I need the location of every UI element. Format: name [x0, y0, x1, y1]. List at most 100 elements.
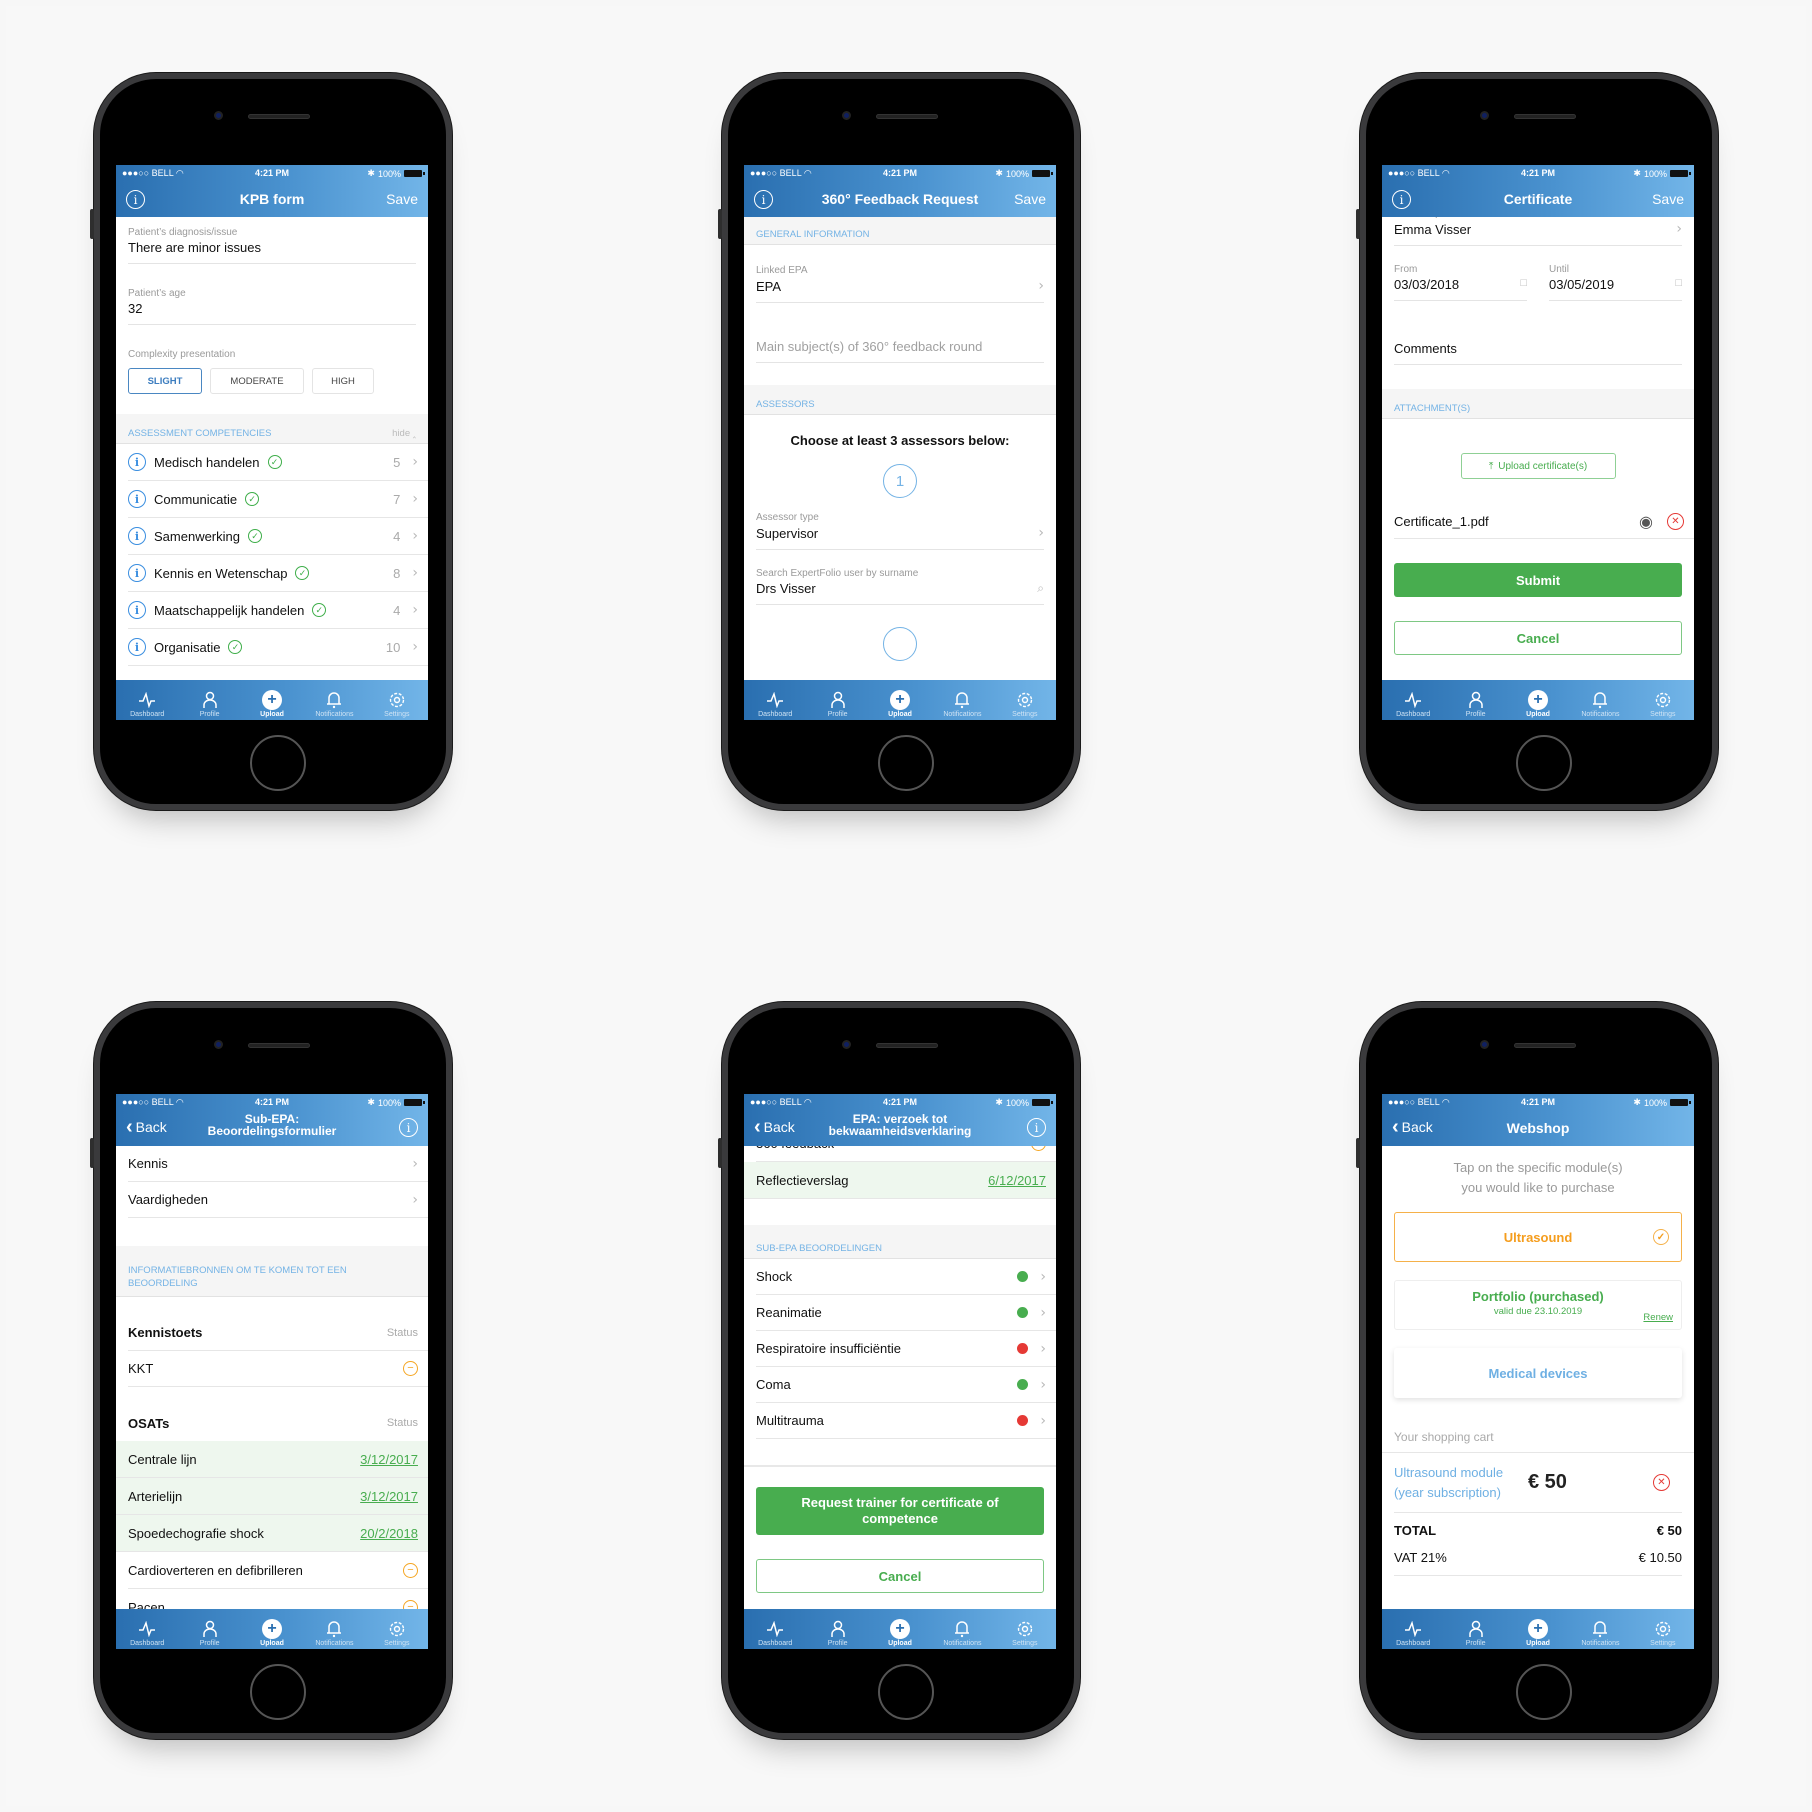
info-icon[interactable]: i: [128, 638, 146, 656]
request-trainer-button[interactable]: Request trainer for certificate of compe…: [756, 1487, 1044, 1535]
tab-notifications[interactable]: Notifications: [303, 1609, 365, 1649]
from-date-field[interactable]: From 03/03/2018 □: [1394, 264, 1527, 301]
sub-epa-row[interactable]: Reanimatie ›: [756, 1295, 1056, 1331]
list-item-vaardigheden[interactable]: Vaardigheden ›: [128, 1182, 428, 1218]
tab-upload[interactable]: + Upload: [1507, 680, 1569, 720]
tab-notifications[interactable]: Notifications: [1569, 680, 1631, 720]
age-field[interactable]: Patient’s age 32: [116, 264, 428, 325]
home-button[interactable]: [1516, 1664, 1572, 1720]
module-medical-devices[interactable]: Medical devices: [1394, 1348, 1682, 1398]
info-icon[interactable]: i: [754, 190, 773, 209]
remove-item-icon[interactable]: ✕: [1653, 1474, 1670, 1491]
tab-upload[interactable]: + Upload: [869, 1609, 931, 1649]
back-button[interactable]: ‹ Back: [754, 1117, 795, 1137]
competency-row[interactable]: i Kennis en Wetenschap ✓ 8 ›: [128, 555, 428, 592]
tab-profile[interactable]: Profile: [178, 680, 240, 720]
info-icon[interactable]: i: [1027, 1118, 1046, 1137]
back-button[interactable]: ‹ Back: [126, 1117, 167, 1137]
info-icon[interactable]: i: [1392, 190, 1411, 209]
list-item-reflectieverslag[interactable]: Reflectieverslag 6/12/2017: [744, 1162, 1056, 1199]
upload-certificate-button[interactable]: ⤒ Upload certificate(s): [1460, 453, 1616, 479]
cancel-button[interactable]: Cancel: [1394, 621, 1682, 655]
tab-settings[interactable]: Settings: [1632, 1609, 1694, 1649]
supervisor-field[interactable]: Select supervisor Emma Visser›: [1382, 217, 1694, 246]
tab-profile[interactable]: Profile: [1444, 680, 1506, 720]
sub-epa-row[interactable]: Coma ›: [756, 1367, 1056, 1403]
comments-field[interactable]: Comments: [1382, 301, 1694, 365]
search-user-field[interactable]: Search ExpertFolio user by surname Drs V…: [744, 550, 1056, 605]
eye-icon[interactable]: ◉: [1639, 512, 1653, 532]
info-icon[interactable]: i: [128, 453, 146, 471]
info-icon[interactable]: i: [128, 490, 146, 508]
tab-dashboard[interactable]: Dashboard: [116, 1609, 178, 1649]
tab-profile[interactable]: Profile: [1444, 1609, 1506, 1649]
sub-epa-row[interactable]: Respiratoire insufficiëntie ›: [756, 1331, 1056, 1367]
complexity-moderate[interactable]: MODERATE: [210, 368, 304, 394]
info-icon[interactable]: i: [126, 190, 145, 209]
home-button[interactable]: [878, 735, 934, 791]
list-item-360-feedback[interactable]: 360 feedback−: [756, 1146, 1056, 1162]
module-portfolio[interactable]: Portfolio (purchased) valid due 23.10.20…: [1394, 1280, 1682, 1330]
tab-upload[interactable]: + Upload: [241, 680, 303, 720]
sub-epa-row[interactable]: Multitrauma ›: [756, 1403, 1056, 1439]
tab-upload[interactable]: + Upload: [1507, 1609, 1569, 1649]
tab-settings[interactable]: Settings: [366, 1609, 428, 1649]
tab-dashboard[interactable]: Dashboard: [1382, 680, 1444, 720]
competency-row[interactable]: i Organisatie ✓ 10 ›: [128, 629, 428, 666]
complexity-slight[interactable]: SLIGHT: [128, 368, 202, 394]
sub-epa-row[interactable]: Shock ›: [756, 1259, 1056, 1295]
tab-settings[interactable]: Settings: [366, 680, 428, 720]
competency-row[interactable]: i Maatschappelijk handelen ✓ 4 ›: [128, 592, 428, 629]
cancel-button[interactable]: Cancel: [756, 1559, 1044, 1593]
linked-epa-field[interactable]: Linked EPA EPA ›: [744, 245, 1056, 303]
competency-row[interactable]: i Medisch handelen ✓ 5 ›: [128, 444, 428, 481]
osat-row[interactable]: Cardioverteren en defibrilleren −: [128, 1552, 428, 1589]
tab-notifications[interactable]: Notifications: [931, 680, 993, 720]
tab-dashboard[interactable]: Dashboard: [116, 680, 178, 720]
list-item-kkt[interactable]: KKT −: [128, 1351, 428, 1387]
info-icon[interactable]: i: [128, 564, 146, 582]
home-button[interactable]: [878, 1664, 934, 1720]
tab-dashboard[interactable]: Dashboard: [744, 680, 806, 720]
tab-profile[interactable]: Profile: [178, 1609, 240, 1649]
tab-dashboard[interactable]: Dashboard: [1382, 1609, 1444, 1649]
until-date-field[interactable]: Until 03/05/2019 □: [1549, 264, 1682, 301]
tab-settings[interactable]: Settings: [1632, 680, 1694, 720]
tab-upload[interactable]: + Upload: [241, 1609, 303, 1649]
home-button[interactable]: [250, 735, 306, 791]
osat-date-link[interactable]: 3/12/2017: [360, 1489, 418, 1504]
subject-field[interactable]: Main subject(s) of 360° feedback round: [744, 303, 1056, 363]
tab-settings[interactable]: Settings: [994, 1609, 1056, 1649]
tab-dashboard[interactable]: Dashboard: [744, 1609, 806, 1649]
osat-date-link[interactable]: 20/2/2018: [360, 1526, 418, 1541]
assessor-type-field[interactable]: Assessor type Supervisor ›: [744, 498, 1056, 550]
save-button[interactable]: Save: [1014, 191, 1046, 207]
remove-icon[interactable]: ✕: [1667, 513, 1684, 530]
list-item-kennis[interactable]: Kennis ›: [128, 1146, 428, 1182]
diagnosis-field[interactable]: Patient’s diagnosis/issue There are mino…: [116, 217, 428, 264]
complexity-high[interactable]: HIGH: [312, 368, 374, 394]
osat-row[interactable]: Arterielijn 3/12/2017: [116, 1478, 428, 1515]
info-icon[interactable]: i: [128, 601, 146, 619]
osat-row[interactable]: Pacen −: [128, 1589, 428, 1609]
tab-upload[interactable]: + Upload: [869, 680, 931, 720]
module-ultrasound[interactable]: Ultrasound ✓: [1394, 1212, 1682, 1262]
hide-toggle[interactable]: hide ‸: [392, 428, 416, 439]
calendar-icon[interactable]: □: [1520, 277, 1527, 292]
osat-date-link[interactable]: 3/12/2017: [360, 1452, 418, 1467]
tab-notifications[interactable]: Notifications: [1569, 1609, 1631, 1649]
info-icon[interactable]: i: [128, 527, 146, 545]
osat-row[interactable]: Spoedechografie shock 20/2/2018: [116, 1515, 428, 1552]
submit-button[interactable]: Submit: [1394, 563, 1682, 597]
save-button[interactable]: Save: [386, 191, 418, 207]
save-button[interactable]: Save: [1652, 191, 1684, 207]
competency-row[interactable]: i Samenwerking ✓ 4 ›: [128, 518, 428, 555]
search-icon[interactable]: ⌕: [1037, 581, 1044, 596]
back-button[interactable]: ‹ Back: [1392, 1117, 1433, 1137]
renew-link[interactable]: Renew: [1643, 1312, 1673, 1323]
osat-row[interactable]: Centrale lijn 3/12/2017: [116, 1441, 428, 1478]
competency-row[interactable]: i Communicatie ✓ 7 ›: [128, 481, 428, 518]
home-button[interactable]: [250, 1664, 306, 1720]
tab-profile[interactable]: Profile: [806, 680, 868, 720]
info-icon[interactable]: i: [399, 1118, 418, 1137]
